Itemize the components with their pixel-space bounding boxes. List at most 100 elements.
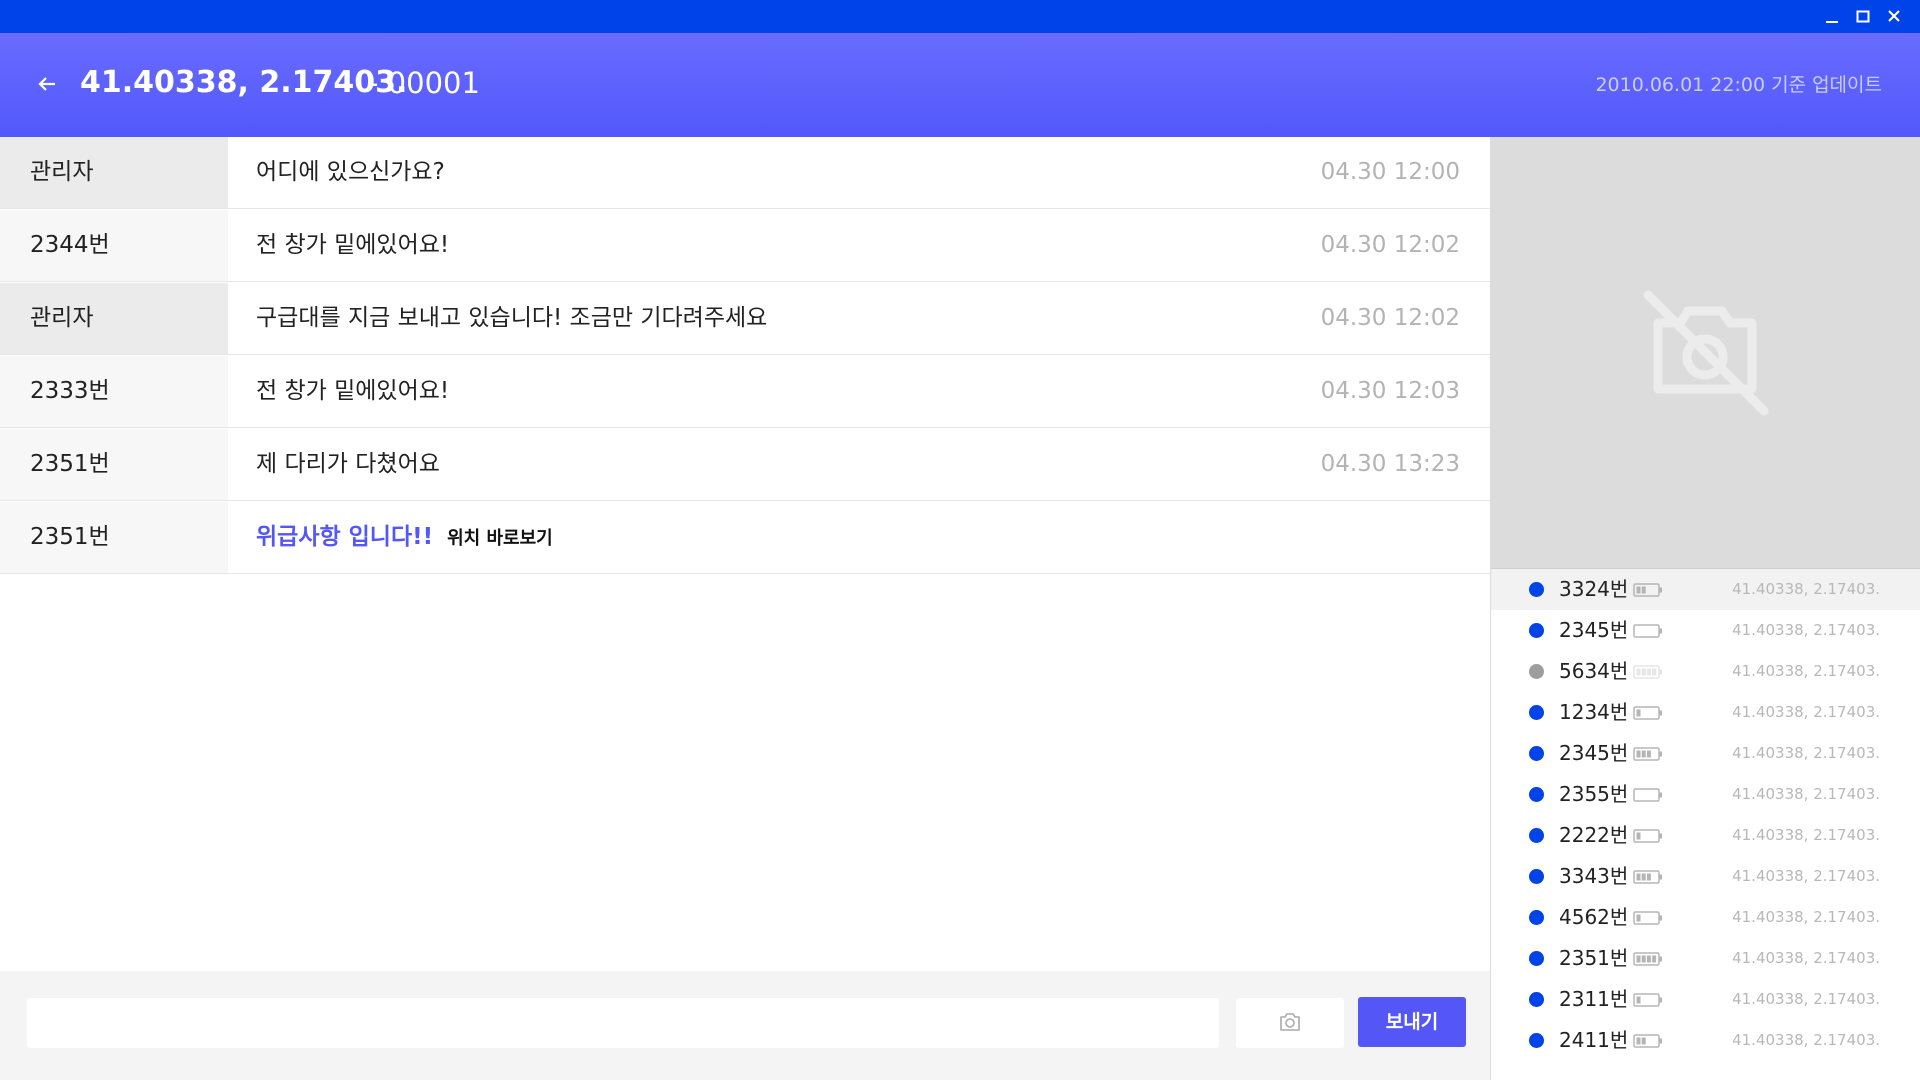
message-time: 04.30 12:00 — [1320, 159, 1460, 185]
device-list: 3324번 41.40338, 2.17403. 2345번 41.40338, 2.… — [1491, 569, 1920, 1061]
device-item[interactable]: 2311번 41.40338, 2.17403. — [1491, 979, 1920, 1020]
status-dot-icon — [1529, 705, 1544, 720]
message-row: 2344번 전 창가 밑에있어요! 04.30 12:02 — [0, 210, 1490, 282]
page-header: 41.40338, 2.17403. - 00001 2010.06.01 22… — [0, 33, 1920, 137]
status-dot-icon — [1529, 746, 1544, 761]
device-name: 2222번 — [1559, 823, 1629, 847]
status-dot-icon — [1529, 787, 1544, 802]
status-dot-icon — [1529, 992, 1544, 1007]
back-button[interactable] — [30, 66, 66, 102]
device-coords: 41.40338, 2.17403. — [1732, 826, 1880, 844]
message-row: 2351번 제 다리가 다쳤어요 04.30 13:23 — [0, 429, 1490, 501]
message-row: 2333번 전 창가 밑에있어요! 04.30 12:03 — [0, 356, 1490, 428]
device-item[interactable]: 2345번 41.40338, 2.17403. — [1491, 733, 1920, 774]
device-coords: 41.40338, 2.17403. — [1732, 662, 1880, 680]
device-item[interactable]: 1234번 41.40338, 2.17403. — [1491, 692, 1920, 733]
device-coords: 41.40338, 2.17403. — [1732, 867, 1880, 885]
status-dot-icon — [1529, 582, 1544, 597]
minimize-icon[interactable] — [1818, 4, 1846, 30]
status-dot-icon — [1529, 664, 1544, 679]
message-sender: 2351번 — [0, 429, 228, 500]
device-name: 2311번 — [1559, 987, 1629, 1011]
battery-icon — [1633, 706, 1662, 720]
message-text: 전 창가 밑에있어요! — [256, 378, 450, 404]
attach-photo-button[interactable] — [1236, 998, 1344, 1048]
device-name: 2355번 — [1559, 782, 1629, 806]
message-input[interactable] — [27, 998, 1219, 1048]
device-id: - 00001 — [368, 66, 480, 100]
message-time: 04.30 13:23 — [1320, 451, 1460, 477]
battery-icon — [1633, 665, 1662, 679]
battery-icon — [1633, 583, 1662, 597]
message-text: 어디에 있으신가요? — [256, 159, 445, 185]
message-time: 04.30 12:03 — [1320, 378, 1460, 404]
chat-message-list: 관리자 어디에 있으신가요? 04.30 12:00 2344번 전 창가 밑에있어요!… — [0, 137, 1490, 1080]
status-dot-icon — [1529, 828, 1544, 843]
battery-icon — [1633, 993, 1662, 1007]
message-sender: 2333번 — [0, 356, 228, 427]
device-item[interactable]: 3324번 41.40338, 2.17403. — [1491, 569, 1920, 610]
status-dot-icon — [1529, 869, 1544, 884]
battery-icon — [1633, 952, 1662, 966]
device-coords: 41.40338, 2.17403. — [1732, 744, 1880, 762]
device-coords: 41.40338, 2.17403. — [1732, 703, 1880, 721]
device-name: 3324번 — [1559, 577, 1629, 601]
camera-off-icon — [1643, 290, 1769, 416]
device-item[interactable]: 2355번 41.40338, 2.17403. — [1491, 774, 1920, 815]
status-dot-icon — [1529, 1033, 1544, 1048]
device-coords: 41.40338, 2.17403. — [1732, 785, 1880, 803]
device-name: 2411번 — [1559, 1028, 1629, 1052]
battery-icon — [1633, 911, 1662, 925]
message-text: 제 다리가 다쳤어요 — [256, 451, 440, 477]
close-icon[interactable] — [1880, 4, 1908, 30]
arrow-left-icon — [38, 77, 55, 91]
message-row: 관리자 구급대를 지금 보내고 있습니다! 조금만 기다려주세요 04.30 12:… — [0, 283, 1490, 355]
battery-icon — [1633, 829, 1662, 843]
device-item[interactable]: 5634번 41.40338, 2.17403. — [1491, 651, 1920, 692]
last-updated: 2010.06.01 22:00 기준 업데이트 — [1595, 74, 1882, 96]
message-sender: 2351번 — [0, 502, 228, 573]
device-coords: 41.40338, 2.17403. — [1732, 580, 1880, 598]
device-item[interactable]: 2411번 41.40338, 2.17403. — [1491, 1020, 1920, 1061]
device-item[interactable]: 3343번 41.40338, 2.17403. — [1491, 856, 1920, 897]
device-name: 4562번 — [1559, 905, 1629, 929]
message-sender: 관리자 — [0, 283, 228, 354]
view-location-link[interactable]: 위치 바로보기 — [447, 528, 553, 549]
device-coords: 41.40338, 2.17403. — [1732, 1031, 1880, 1049]
device-coords: 41.40338, 2.17403. — [1732, 621, 1880, 639]
device-item[interactable]: 4562번 41.40338, 2.17403. — [1491, 897, 1920, 938]
device-item[interactable]: 2345번 41.40338, 2.17403. — [1491, 610, 1920, 651]
device-item[interactable]: 2222번 41.40338, 2.17403. — [1491, 815, 1920, 856]
emergency-message-row: 2351번 위급사항 입니다!! 위치 바로보기 — [0, 502, 1490, 574]
status-dot-icon — [1529, 951, 1544, 966]
battery-icon — [1633, 1034, 1662, 1048]
device-item[interactable]: 2351번 41.40338, 2.17403. — [1491, 938, 1920, 979]
message-time: 04.30 12:02 — [1320, 232, 1460, 258]
device-panel: 3324번 41.40338, 2.17403. 2345번 41.40338, 2.… — [1490, 137, 1920, 1080]
send-button[interactable]: 보내기 — [1358, 997, 1466, 1047]
maximize-icon[interactable] — [1849, 4, 1877, 30]
device-name: 1234번 — [1559, 700, 1629, 724]
emergency-text: 위급사항 입니다!! — [256, 524, 434, 550]
battery-icon — [1633, 870, 1662, 884]
message-time: 04.30 12:02 — [1320, 305, 1460, 331]
battery-icon — [1633, 747, 1662, 761]
battery-icon — [1633, 624, 1662, 638]
device-name: 2345번 — [1559, 741, 1629, 765]
message-input-bar: 보내기 — [0, 971, 1490, 1080]
device-coords: 41.40338, 2.17403. — [1732, 908, 1880, 926]
message-row: 관리자 어디에 있으신가요? 04.30 12:00 — [0, 137, 1490, 209]
message-text: 구급대를 지금 보내고 있습니다! 조금만 기다려주세요 — [256, 305, 768, 331]
camera-icon — [1280, 1013, 1300, 1031]
device-name: 2345번 — [1559, 618, 1629, 642]
device-name: 2351번 — [1559, 946, 1629, 970]
status-dot-icon — [1529, 910, 1544, 925]
message-sender: 관리자 — [0, 137, 228, 208]
window-titlebar — [0, 0, 1920, 33]
message-sender: 2344번 — [0, 210, 228, 281]
emergency-message: 위급사항 입니다!! 위치 바로보기 — [256, 502, 553, 573]
device-name: 5634번 — [1559, 659, 1629, 683]
device-coords: 41.40338, 2.17403. — [1732, 990, 1880, 1008]
page-title: 41.40338, 2.17403. — [80, 65, 408, 100]
device-name: 3343번 — [1559, 864, 1629, 888]
